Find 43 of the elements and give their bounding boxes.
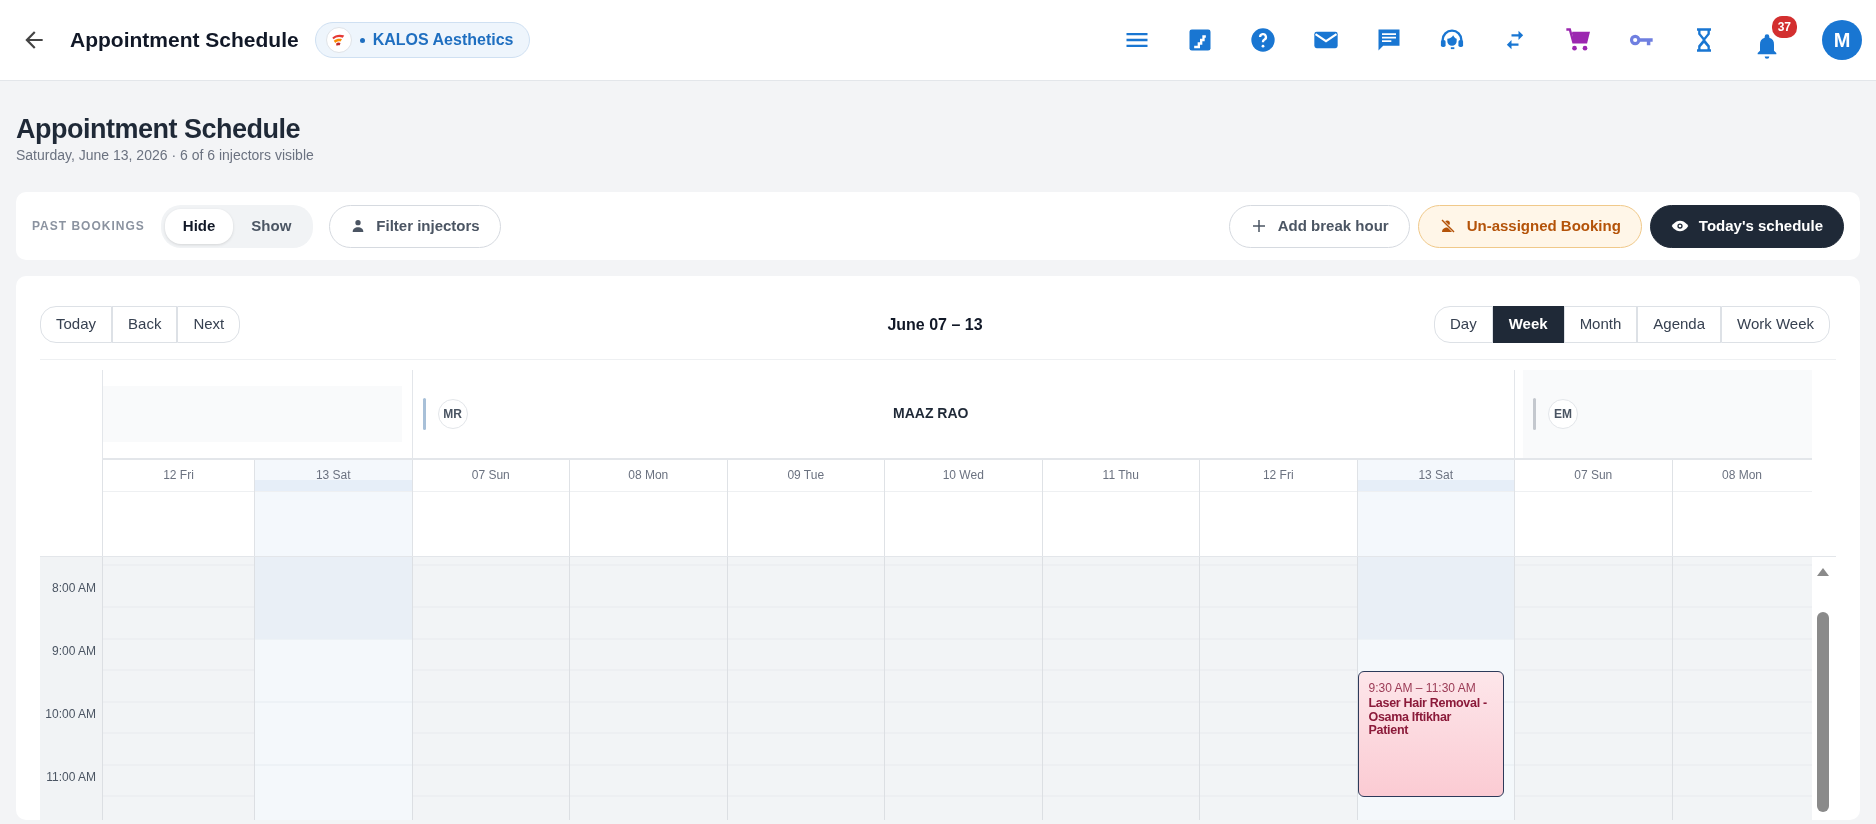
day-header: 12 Fri xyxy=(1199,459,1357,556)
appointment-time: 9:30 AM – 11:30 AM xyxy=(1368,679,1477,697)
todays-schedule-button[interactable]: Today's schedule xyxy=(1649,205,1844,248)
clinic-selector[interactable]: KALOS Aesthetics xyxy=(314,22,531,58)
day-header: 13 Sat xyxy=(1356,459,1514,556)
appointment-card[interactable]: 9:30 AM – 11:30 AM Laser Hair Removal - Osama Iftikhar Patient xyxy=(1357,670,1504,797)
app-title: Appointment Schedule xyxy=(70,27,299,54)
nav-button[interactable]: Today xyxy=(40,306,113,343)
day-header: 13 Sat xyxy=(254,459,412,556)
time-label: 10:00 AM xyxy=(45,706,96,724)
user-avatar[interactable]: M xyxy=(1822,20,1862,60)
time-label: 8:00 AM xyxy=(51,580,96,598)
view-tab[interactable]: Month xyxy=(1563,306,1638,343)
view-tab[interactable]: Agenda xyxy=(1637,306,1722,343)
add-break-button[interactable]: Add break hour xyxy=(1228,205,1410,248)
filter-label: PAST BOOKINGS xyxy=(32,218,145,236)
time-label: 9:00 AM xyxy=(51,643,96,661)
notifications-button[interactable]: 37 xyxy=(1747,14,1799,66)
date-range: June 07 – 13 xyxy=(887,314,983,335)
nav-button[interactable]: Next xyxy=(177,306,241,343)
view-tab[interactable]: Week xyxy=(1492,306,1564,343)
toggle-option[interactable]: Show xyxy=(233,209,310,244)
page-title: Appointment Schedule xyxy=(16,113,301,146)
day-header: 08 Mon xyxy=(569,459,727,556)
filter-injectors-button[interactable]: Filter injectors xyxy=(329,205,501,248)
resource-avatar: MR xyxy=(437,398,468,429)
view-tab[interactable]: Day xyxy=(1434,306,1493,343)
resource-name: MAAZ RAO xyxy=(893,405,969,422)
day-header: 12 Fri xyxy=(102,459,254,556)
time-label: 11:00 AM xyxy=(46,769,96,787)
day-header: 07 Sun xyxy=(411,459,569,556)
view-tab[interactable]: Work Week xyxy=(1721,306,1830,343)
page-subtitle: Saturday, June 13, 2026 · 6 of 6 injectors visible xyxy=(16,146,315,166)
day-header: 10 Wed xyxy=(884,459,1042,556)
day-header: 11 Thu xyxy=(1041,459,1199,556)
appointment-title: Laser Hair Removal - Osama Iftikhar Patient xyxy=(1368,696,1488,739)
day-header: 08 Mon xyxy=(1671,459,1812,556)
unassigned-booking-button[interactable]: Un-assigned Booking xyxy=(1417,205,1642,248)
resource-avatar: EM xyxy=(1548,398,1578,429)
day-header: 07 Sun xyxy=(1514,459,1672,556)
toggle-option[interactable]: Hide xyxy=(164,209,234,244)
nav-button[interactable]: Back xyxy=(112,306,178,343)
day-header: 09 Tue xyxy=(726,459,884,556)
